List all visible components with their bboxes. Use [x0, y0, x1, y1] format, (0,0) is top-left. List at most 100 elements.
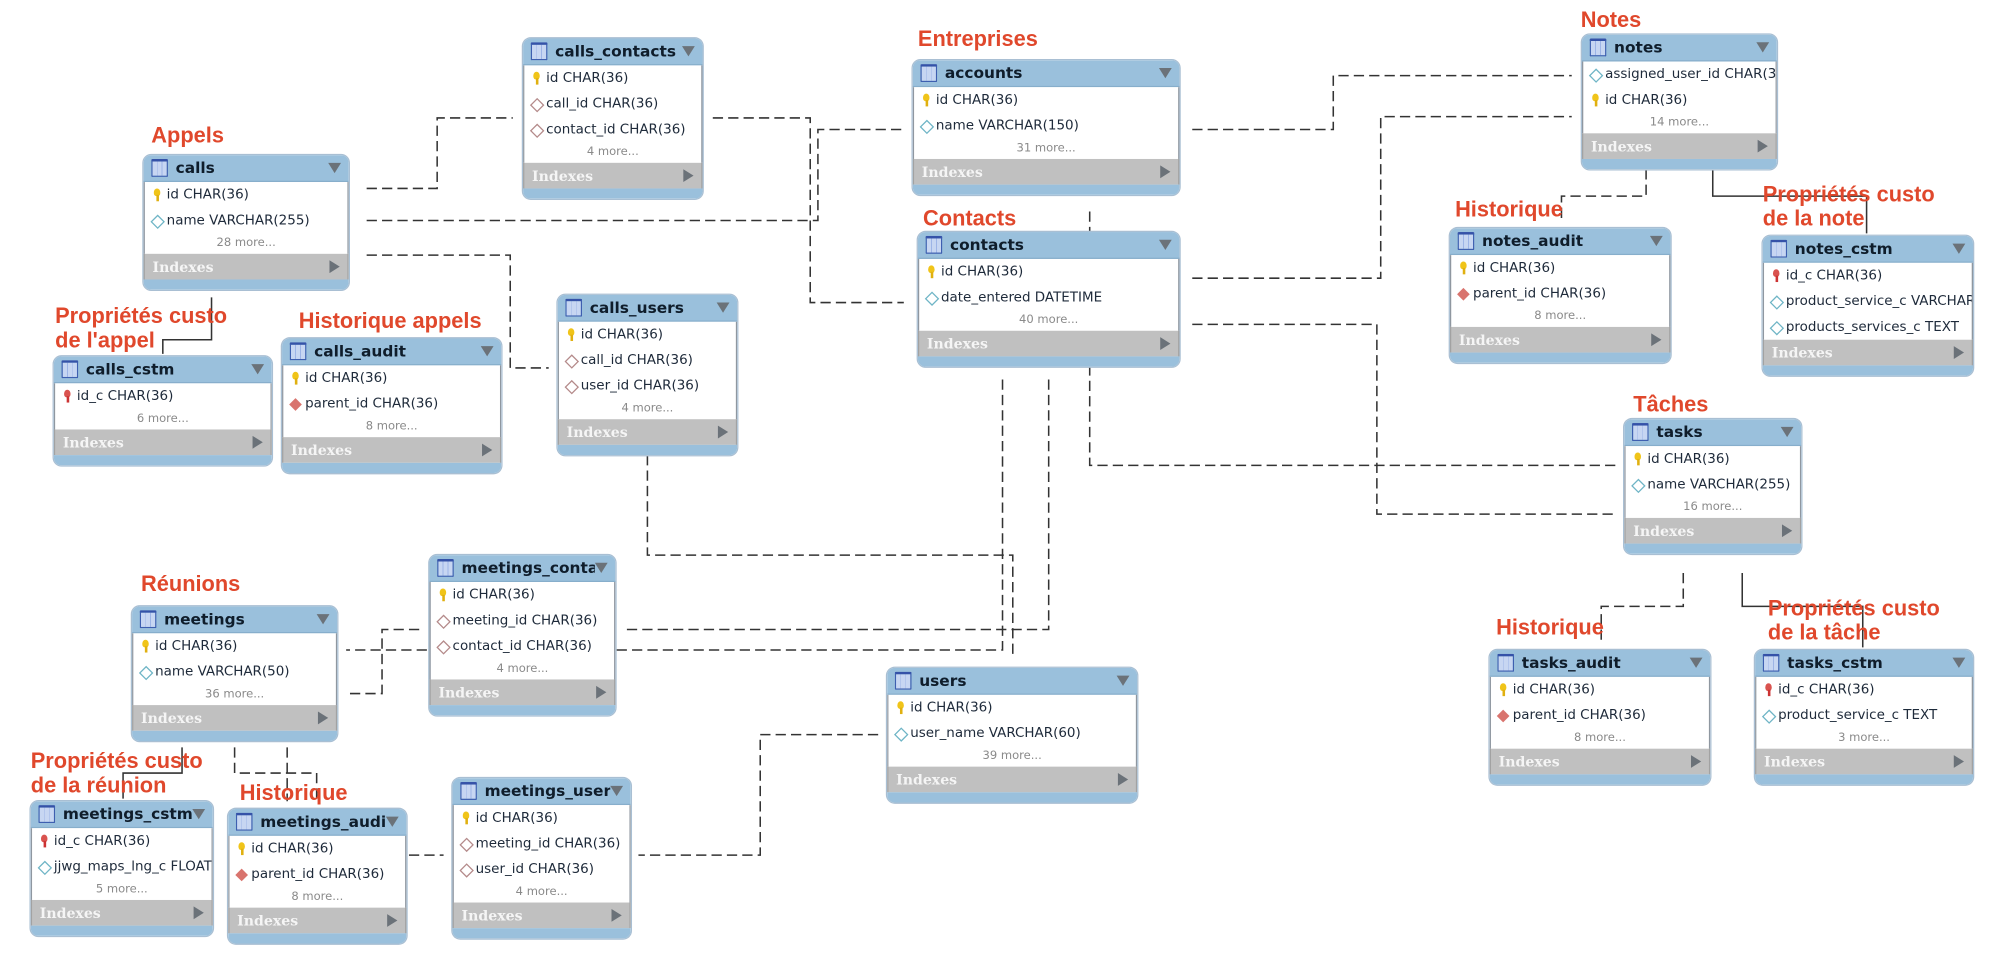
- expand-arrow-icon[interactable]: [1117, 773, 1129, 786]
- column-row[interactable]: id_c CHAR(36): [1756, 677, 1971, 703]
- table-header[interactable]: meetings: [132, 606, 338, 634]
- collapse-toggle-icon[interactable]: [1649, 235, 1663, 247]
- column-row[interactable]: user_name VARCHAR(60): [888, 720, 1135, 746]
- table-calls[interactable]: calls id CHAR(36) name VARCHAR(255) 28 more…: [143, 155, 349, 290]
- column-row[interactable]: id_c CHAR(36): [55, 383, 270, 409]
- more-columns-link[interactable]: 16 more...: [1626, 497, 1800, 518]
- indexes-section[interactable]: Indexes: [1581, 133, 1777, 159]
- diagram-canvas[interactable]: Appels Entreprises Contacts Notes Histor…: [0, 0, 2000, 969]
- table-meetings-contacts[interactable]: meetings_contactsid CHAR(36) meeting_id C…: [429, 555, 616, 716]
- indexes-section[interactable]: Indexes: [1624, 517, 1802, 544]
- expand-arrow-icon[interactable]: [482, 443, 493, 457]
- table-header[interactable]: calls: [143, 155, 349, 183]
- table-header[interactable]: accounts: [912, 60, 1180, 88]
- column-row[interactable]: id CHAR(36): [559, 322, 736, 348]
- column-row[interactable]: id CHAR(36): [1626, 446, 1800, 472]
- column-row[interactable]: id CHAR(36): [145, 182, 348, 208]
- table-header[interactable]: meetings_audit: [228, 808, 407, 836]
- table-header[interactable]: calls_contacts: [523, 38, 703, 66]
- table-meetings-audit[interactable]: meetings_audit id CHAR(36) parent_id CHAR(…: [228, 808, 407, 944]
- more-columns-link[interactable]: 8 more...: [1451, 306, 1669, 327]
- collapse-toggle-icon[interactable]: [610, 785, 624, 797]
- table-header[interactable]: calls_users: [557, 294, 738, 322]
- collapse-toggle-icon[interactable]: [1689, 657, 1703, 668]
- column-row[interactable]: name VARCHAR(50): [133, 659, 336, 685]
- more-columns-link[interactable]: 4 more...: [559, 399, 736, 420]
- column-row[interactable]: assigned_user_id CHAR(36): [1583, 62, 1776, 88]
- collapse-toggle-icon[interactable]: [385, 816, 399, 827]
- indexes-section[interactable]: Indexes: [132, 705, 338, 731]
- column-row[interactable]: user_id CHAR(36): [454, 856, 630, 882]
- expand-arrow-icon[interactable]: [683, 169, 694, 183]
- table-meetings-cstm[interactable]: meetings_cstm id_c CHAR(36) jjwg_maps_lng_…: [30, 801, 213, 936]
- column-row[interactable]: date_entered DATETIME: [919, 285, 1178, 311]
- more-columns-link[interactable]: 4 more...: [454, 882, 630, 903]
- table-tasks[interactable]: tasks id CHAR(36) name VARCHAR(255) 16 more…: [1624, 419, 1802, 554]
- column-row[interactable]: name VARCHAR(255): [1626, 472, 1800, 498]
- expand-arrow-icon[interactable]: [193, 906, 204, 920]
- indexes-section[interactable]: Indexes: [1449, 326, 1671, 353]
- column-row[interactable]: name VARCHAR(255): [145, 208, 348, 234]
- collapse-toggle-icon[interactable]: [682, 46, 695, 57]
- table-meetings[interactable]: meetings id CHAR(36) name VARCHAR(50) 36 mo…: [132, 606, 338, 741]
- collapse-toggle-icon[interactable]: [1116, 675, 1130, 686]
- column-row[interactable]: id_c CHAR(36): [1764, 263, 1972, 289]
- expand-arrow-icon[interactable]: [1651, 333, 1662, 347]
- expand-arrow-icon[interactable]: [1953, 346, 1965, 359]
- column-row[interactable]: parent_id CHAR(36): [1491, 703, 1709, 729]
- more-columns-link[interactable]: 39 more...: [888, 746, 1135, 767]
- indexes-section[interactable]: Indexes: [228, 907, 407, 934]
- expand-arrow-icon[interactable]: [1757, 139, 1768, 153]
- column-row[interactable]: id CHAR(36): [524, 65, 701, 91]
- collapse-toggle-icon[interactable]: [1952, 243, 1966, 254]
- expand-arrow-icon[interactable]: [252, 435, 263, 449]
- table-notes-audit[interactable]: notes_audit id CHAR(36) parent_id CHAR(36)…: [1449, 228, 1671, 363]
- column-row[interactable]: user_id CHAR(36): [559, 373, 736, 399]
- table-header[interactable]: meetings_cstm: [30, 801, 213, 829]
- collapse-toggle-icon[interactable]: [1158, 239, 1172, 250]
- collapse-toggle-icon[interactable]: [316, 614, 330, 625]
- table-header[interactable]: calls_cstm: [53, 356, 272, 384]
- more-columns-link[interactable]: 14 more...: [1583, 113, 1775, 134]
- column-row[interactable]: id CHAR(36): [229, 836, 405, 862]
- column-row[interactable]: id CHAR(36): [283, 365, 500, 391]
- column-row[interactable]: id CHAR(36): [1451, 255, 1669, 281]
- expand-arrow-icon[interactable]: [1160, 165, 1171, 179]
- column-row[interactable]: product_service_c VARCHAR(100): [1764, 288, 1972, 314]
- table-calls-cstm[interactable]: calls_cstm id_c CHAR(36) 6 more... Indexes: [53, 356, 272, 466]
- column-row[interactable]: id CHAR(36): [133, 633, 336, 659]
- table-header[interactable]: meetings_users: [452, 778, 631, 806]
- expand-arrow-icon[interactable]: [717, 425, 729, 439]
- indexes-section[interactable]: Indexes: [1489, 748, 1711, 775]
- table-calls-audit[interactable]: calls_audit id CHAR(36) parent_id CHAR(36)…: [282, 338, 502, 474]
- table-tasks-cstm[interactable]: tasks_cstm id_c CHAR(36) product_service_c…: [1755, 649, 1973, 785]
- indexes-section[interactable]: Indexes: [523, 162, 703, 189]
- column-row[interactable]: id CHAR(36): [919, 259, 1178, 285]
- more-columns-link[interactable]: 28 more...: [145, 233, 348, 254]
- table-header[interactable]: contacts: [917, 232, 1180, 259]
- table-contacts[interactable]: contacts id CHAR(36) date_entered DATETIME…: [917, 232, 1180, 367]
- more-columns-link[interactable]: 31 more...: [914, 138, 1178, 159]
- expand-arrow-icon[interactable]: [611, 908, 622, 922]
- column-row[interactable]: products_services_c TEXT: [1764, 314, 1972, 340]
- collapse-toggle-icon[interactable]: [1158, 67, 1172, 79]
- collapse-toggle-icon[interactable]: [192, 808, 206, 820]
- column-row[interactable]: id CHAR(36): [431, 582, 614, 608]
- column-row[interactable]: id CHAR(36): [888, 695, 1135, 721]
- indexes-section[interactable]: Indexes: [429, 679, 616, 706]
- table-users[interactable]: users id CHAR(36) user_name VARCHAR(60) 39 …: [887, 667, 1138, 803]
- table-notes-cstm[interactable]: notes_cstm id_c CHAR(36) product_service_c…: [1762, 235, 1973, 376]
- collapse-toggle-icon[interactable]: [328, 162, 342, 174]
- table-header[interactable]: tasks: [1624, 419, 1802, 447]
- more-columns-link[interactable]: 3 more...: [1756, 728, 1971, 749]
- expand-arrow-icon[interactable]: [317, 711, 329, 725]
- column-row[interactable]: call_id CHAR(36): [524, 91, 701, 117]
- indexes-section[interactable]: Indexes: [1755, 748, 1973, 775]
- expand-arrow-icon[interactable]: [596, 685, 607, 699]
- more-columns-link[interactable]: 4 more...: [524, 142, 701, 163]
- table-calls-users[interactable]: calls_users id CHAR(36) call_id CHAR(36) us…: [557, 294, 738, 456]
- more-columns-link[interactable]: 36 more...: [133, 685, 336, 706]
- indexes-section[interactable]: Indexes: [887, 766, 1138, 793]
- table-header[interactable]: calls_audit: [282, 338, 502, 366]
- table-header[interactable]: notes: [1581, 34, 1777, 62]
